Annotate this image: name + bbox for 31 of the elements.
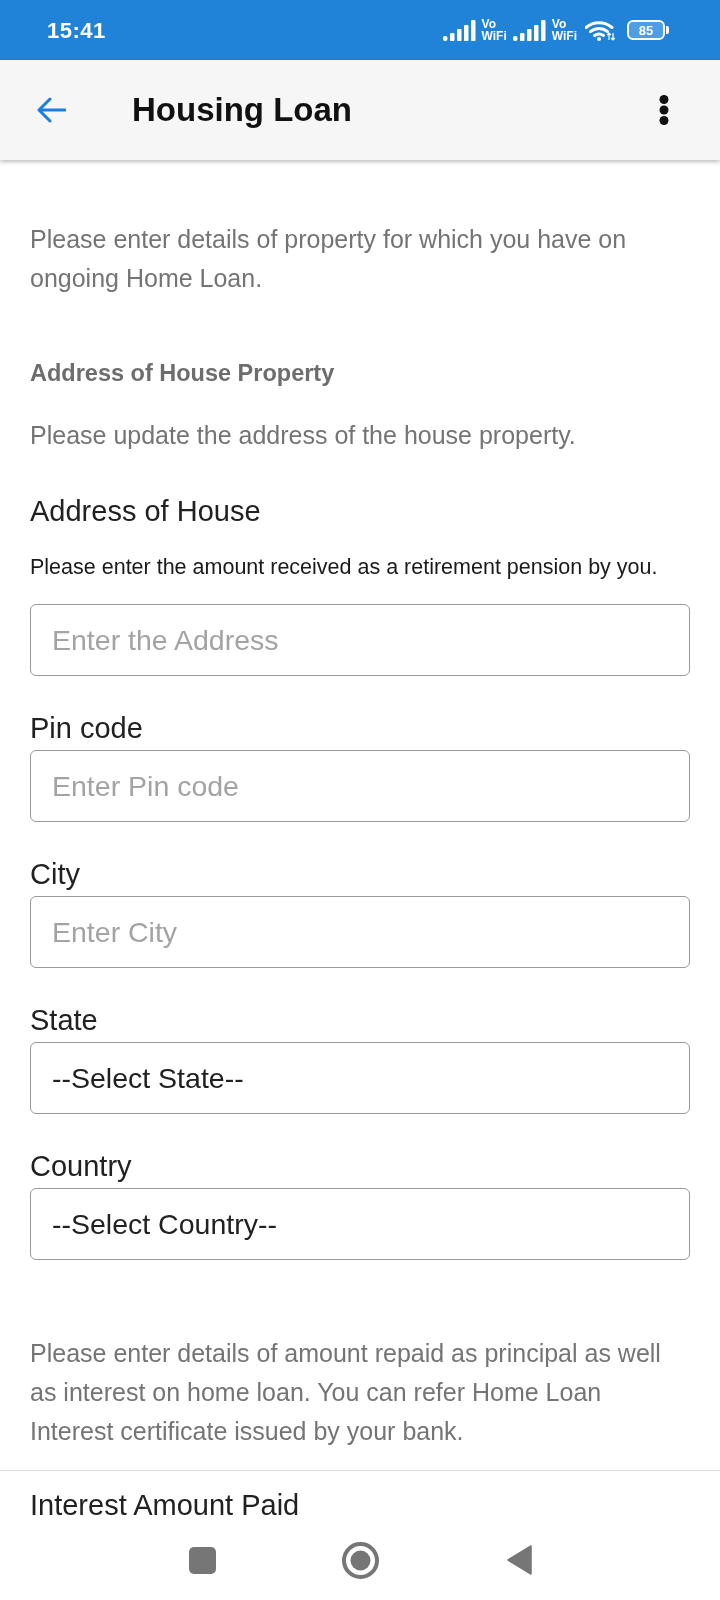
field-label: Pin code [30,712,144,744]
wifi-icon [585,19,615,41]
nav-triangle-icon[interactable] [506,1545,532,1575]
intro-text: Please enter details of property for which you have on ongoing Home Loan. [30,224,628,294]
nav-circle-icon[interactable] [341,1541,379,1579]
section-heading: Address of House Property [30,359,336,388]
field-label: Interest Amount Paid [30,1490,301,1520]
more-options-icon[interactable] [659,95,669,125]
field-label: City [30,858,81,890]
network-type-label: Vo [551,18,567,30]
field-label: Country [30,1150,133,1182]
signal-icon [442,19,476,41]
signal-icon [512,19,546,41]
dropdown-field[interactable]: --Select Country-- [30,1188,690,1260]
screen-title: Housing Loan [132,91,352,129]
field-hint: Please enter the amount received as a retirement pension by you. [30,554,659,581]
section-description: Please update the address of the house property. [30,420,577,451]
dropdown-field[interactable]: --Select State-- [30,1042,690,1114]
nav-square-icon[interactable] [188,1546,216,1574]
network-type-label: WiFi [481,30,507,42]
input-field[interactable]: Enter Pin code [30,750,690,822]
field-label: Address of House [30,495,262,527]
network-type-label: Vo [481,18,496,30]
input-field[interactable]: Enter City [30,896,690,968]
input-field[interactable]: Enter the Address [30,604,690,676]
network-type-label: WiFi [551,30,577,42]
back-arrow-icon[interactable] [36,97,66,123]
battery-indicator: 85 [627,20,669,40]
field-label: State [30,1004,99,1036]
clock-time: 15:41 [47,17,106,44]
repayment-instructions: Please enter details of amount repaid as principal as well as interest on home loan. You can refer Home Loan Interest certificate issued by your bank. [30,1338,662,1447]
